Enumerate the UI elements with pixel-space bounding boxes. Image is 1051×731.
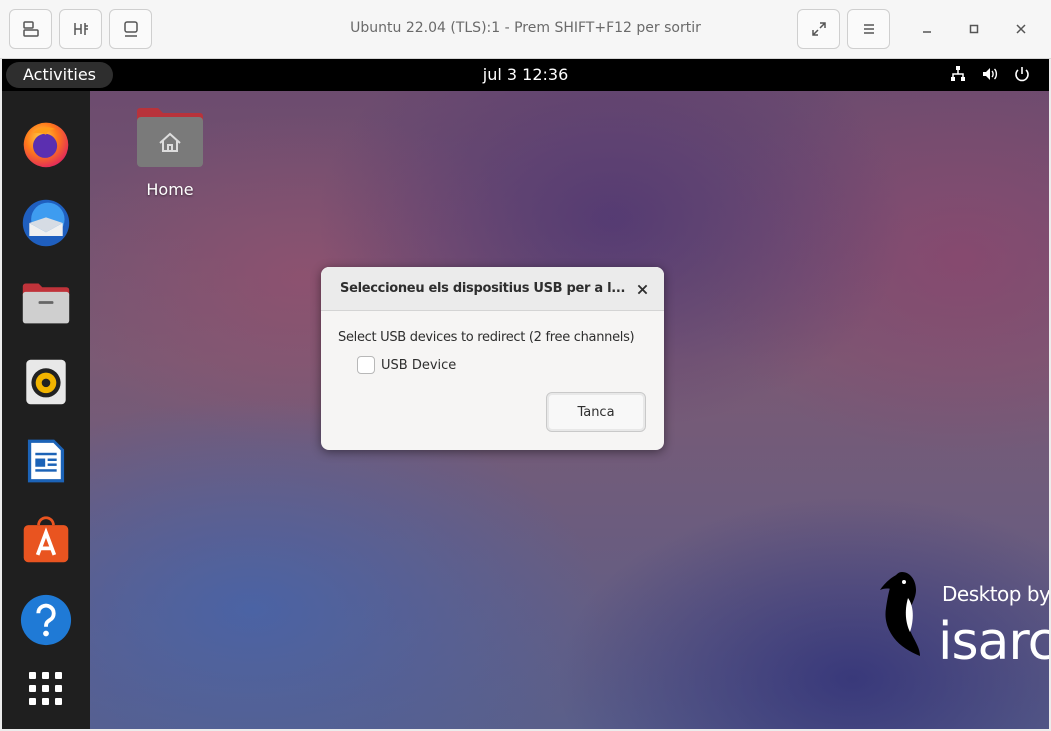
dialog-prompt: Select USB devices to redirect (2 free c… — [338, 330, 635, 345]
dialog-close-button[interactable] — [632, 279, 652, 299]
maximize-icon — [969, 24, 979, 34]
minimize-button[interactable] — [914, 16, 940, 42]
dialog-title: Seleccioneu els dispositius USB per a l.… — [340, 281, 626, 296]
dock-item-writer[interactable] — [18, 433, 74, 489]
maximize-button[interactable] — [961, 16, 987, 42]
writer-icon — [27, 439, 65, 483]
desktop-icon-home[interactable]: Home — [130, 105, 210, 199]
thunderbird-icon — [22, 199, 70, 247]
clock[interactable]: jul 3 12:36 — [2, 65, 1049, 84]
usb-redirect-dialog: Seleccioneu els dispositius USB per a l.… — [321, 267, 664, 450]
dialog-header[interactable]: Seleccioneu els dispositius USB per a l.… — [321, 267, 664, 311]
help-icon — [20, 594, 72, 646]
activities-button[interactable]: Activities — [6, 62, 113, 88]
usb-device-row[interactable]: USB Device — [357, 356, 456, 374]
dock-item-software[interactable] — [18, 512, 74, 568]
desktop-icon-label: Home — [146, 180, 194, 199]
speaker-icon — [26, 359, 66, 405]
bird-logo-icon — [880, 572, 920, 656]
dock-item-rhythmbox[interactable] — [18, 354, 74, 410]
watermark-brand: isarc — [938, 612, 1049, 672]
usb-device-checkbox[interactable] — [357, 356, 375, 374]
home-folder-icon — [137, 108, 203, 167]
isard-watermark: Desktop by isarc — [872, 564, 1049, 679]
volume-icon[interactable] — [981, 65, 999, 83]
menu-button[interactable] — [847, 9, 890, 49]
viewer-title: Ubuntu 22.04 (TLS):1 - Prem SHIFT+F12 pe… — [350, 20, 701, 36]
close-icon — [637, 284, 647, 294]
close-icon — [1016, 24, 1026, 34]
remote-desktop[interactable]: Activities jul 3 12:36 Home Desktop by i… — [2, 59, 1049, 729]
close-window-button[interactable] — [1008, 16, 1034, 42]
fullscreen-button[interactable] — [797, 9, 840, 49]
power-icon[interactable] — [1013, 65, 1031, 83]
dialog-body: Select USB devices to redirect (2 free c… — [321, 311, 664, 450]
top-panel: Activities jul 3 12:36 — [2, 59, 1049, 91]
menu-icon — [863, 24, 874, 34]
dock-item-help[interactable] — [18, 592, 74, 648]
software-store-icon — [23, 516, 69, 563]
files-icon — [22, 283, 70, 324]
show-apps-button[interactable] — [18, 661, 74, 717]
app-grid-icon — [29, 672, 62, 705]
firefox-icon — [23, 122, 69, 168]
watermark-subtitle: Desktop by — [942, 582, 1049, 606]
minimize-icon — [923, 31, 931, 33]
dock — [2, 91, 90, 729]
fullscreen-icon — [811, 22, 826, 36]
dock-item-thunderbird[interactable] — [18, 195, 74, 251]
system-tray[interactable] — [949, 65, 1031, 83]
network-icon[interactable] — [949, 65, 967, 83]
dock-item-firefox[interactable] — [18, 116, 74, 172]
viewer-header-bar: Ubuntu 22.04 (TLS):1 - Prem SHIFT+F12 pe… — [0, 0, 1051, 59]
dock-item-files[interactable] — [18, 275, 74, 331]
usb-device-label[interactable]: USB Device — [381, 358, 456, 373]
close-dialog-button[interactable]: Tanca — [546, 392, 646, 432]
